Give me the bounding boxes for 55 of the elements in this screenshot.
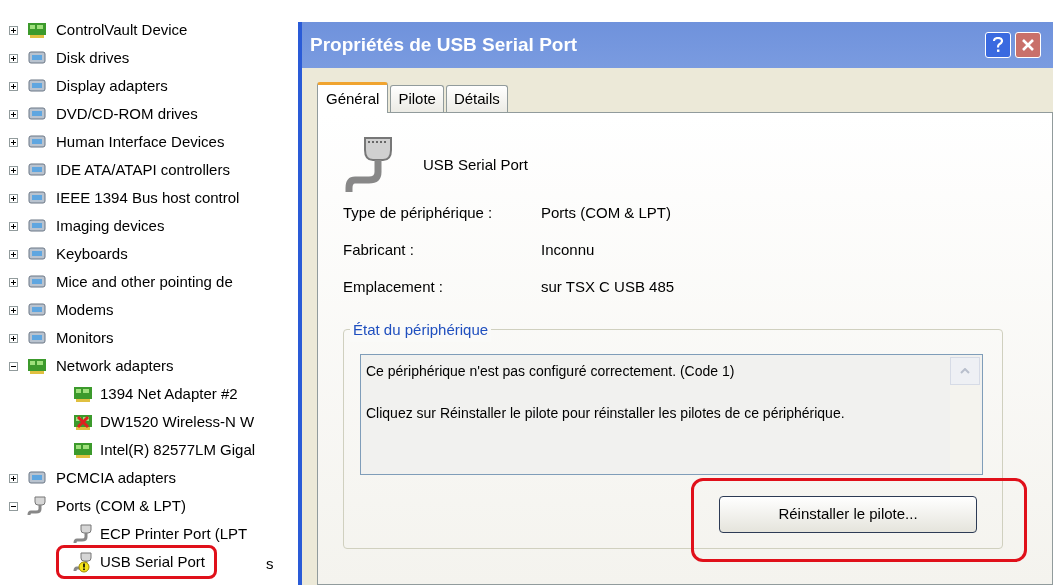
property-label: Type de périphérique :	[343, 202, 494, 223]
tree-item[interactable]: IDE ATA/ATAPI controllers	[56, 158, 230, 182]
collapse-icon[interactable]	[9, 501, 18, 511]
tree-item[interactable]: Human Interface Devices	[56, 130, 225, 154]
expand-icon[interactable]	[9, 249, 18, 259]
tree-item[interactable]: PCMCIA adapters	[56, 466, 177, 490]
status-message: Cliquez sur Réinstaller le pilote pour réinstaller les pilotes de ce périphérique.	[366, 404, 846, 423]
collapse-icon[interactable]	[9, 361, 18, 371]
close-icon	[1021, 38, 1035, 52]
serial-port-icon	[26, 495, 48, 517]
expand-icon[interactable]	[9, 221, 18, 231]
status-message: Ce périphérique n'est pas configuré correctement. (Code 1)	[366, 362, 736, 381]
expand-icon[interactable]	[9, 305, 18, 315]
property-value: Inconnu	[541, 239, 595, 260]
serial-port-icon	[343, 136, 395, 194]
tab[interactable]: Détails	[445, 85, 508, 112]
expand-icon[interactable]	[9, 137, 18, 147]
property-label: Emplacement :	[343, 276, 445, 297]
tree-item[interactable]: DVD/CD-ROM drives	[56, 102, 198, 126]
tree-item[interactable]: Mice and other pointing de	[56, 270, 233, 294]
tree-item[interactable]: ControlVault Device	[56, 18, 188, 42]
window-title: Propriétés de USB Serial Port	[310, 32, 579, 57]
expand-icon[interactable]	[9, 25, 18, 35]
expand-icon[interactable]	[9, 81, 18, 91]
tree-item[interactable]: ECP Printer Port (LPT	[100, 522, 248, 546]
expand-icon[interactable]	[9, 109, 18, 119]
tree-item[interactable]: Keyboards	[56, 242, 128, 266]
tree-item[interactable]: Intel(R) 82577LM Gigal	[100, 438, 256, 462]
device-name: USB Serial Port	[423, 154, 529, 175]
expand-icon[interactable]	[9, 473, 18, 483]
tab[interactable]: Pilote	[390, 85, 444, 112]
text-fragment: s	[266, 554, 274, 574]
tab[interactable]: Général	[317, 82, 389, 113]
tree-item[interactable]: Ports (COM & LPT)	[56, 494, 186, 518]
close-button[interactable]	[1015, 32, 1041, 58]
question-mark-icon	[993, 37, 1003, 53]
expand-icon[interactable]	[9, 165, 18, 175]
tree-item[interactable]: Disk drives	[56, 46, 130, 70]
tree-item[interactable]: USB Serial Port	[100, 550, 206, 574]
expand-icon[interactable]	[9, 333, 18, 343]
tree-item[interactable]: Network adapters	[56, 354, 174, 378]
expand-icon[interactable]	[9, 53, 18, 63]
expand-icon[interactable]	[9, 193, 18, 203]
tree-item[interactable]: Imaging devices	[56, 214, 165, 238]
tree-item[interactable]: Modems	[56, 298, 114, 322]
tree-item[interactable]: IEEE 1394 Bus host control	[56, 186, 240, 210]
expand-icon[interactable]	[9, 277, 18, 287]
tree-item[interactable]: 1394 Net Adapter #2	[100, 382, 238, 406]
property-value: sur TSX C USB 485	[541, 276, 675, 297]
reinstall-driver-button[interactable]: Réinstaller le pilote...	[719, 496, 977, 533]
property-value: Ports (COM & LPT)	[541, 202, 671, 223]
help-button[interactable]	[985, 32, 1011, 58]
tree-item[interactable]: Monitors	[56, 326, 114, 350]
property-label: Fabricant :	[343, 239, 415, 260]
tree-item[interactable]: Display adapters	[56, 74, 168, 98]
